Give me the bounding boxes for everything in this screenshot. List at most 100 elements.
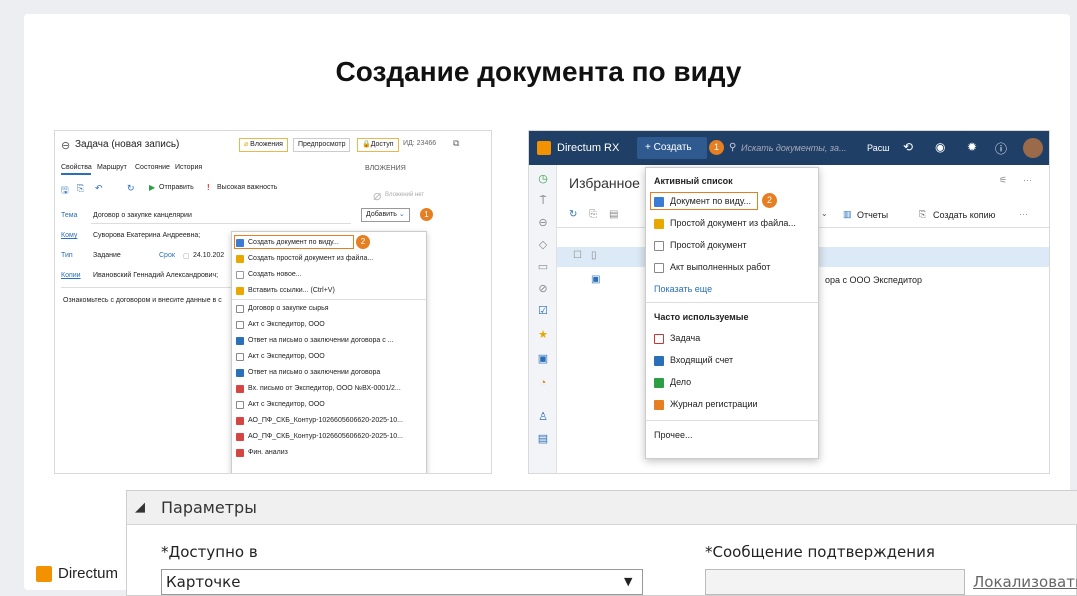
menu-item-create-by-kind[interactable]: Создать документ по виду... bbox=[236, 236, 339, 249]
assistant-icon[interactable]: ⟲ bbox=[903, 140, 913, 154]
menu-item-doc[interactable]: Акт с Экспедитор, ООО bbox=[236, 318, 325, 331]
person-icon[interactable]: ⍑ bbox=[537, 195, 549, 207]
no-attachments-text: Вложений нет bbox=[385, 192, 425, 198]
subject-value[interactable]: Договор о закупке канцелярии bbox=[93, 212, 192, 219]
approval-icon[interactable]: ▣ bbox=[537, 353, 549, 365]
more-icon[interactable]: ··· bbox=[1019, 209, 1028, 219]
archive-icon[interactable]: ▤ bbox=[537, 433, 549, 445]
menu-item-simple-from-file[interactable]: Создать простой документ из файла... bbox=[236, 252, 373, 265]
attachments-header: ВЛОЖЕНИЯ bbox=[365, 165, 406, 172]
menu-item-doc[interactable]: Вх. письмо от Экспедитор, ООО №ВХ-0001/2… bbox=[236, 382, 401, 395]
task-icon[interactable]: ☑ bbox=[537, 305, 549, 317]
tab-state[interactable]: Состояние bbox=[135, 164, 170, 171]
menu-item-doc[interactable]: АО_ПФ_СКБ_Контур-1026605606620-2025-10..… bbox=[236, 414, 403, 427]
refresh-icon[interactable]: ↻ bbox=[127, 183, 135, 194]
tab-properties[interactable]: Свойства bbox=[61, 164, 92, 171]
menu-item-doc[interactable]: Акт с Экспедитор, ООО bbox=[236, 350, 325, 363]
menu-item-other[interactable]: Прочее... bbox=[654, 430, 692, 440]
help-icon[interactable]: ⓘ bbox=[995, 140, 1007, 157]
extended-search[interactable]: Расш bbox=[867, 143, 889, 153]
parameters-header[interactable]: ◢ Параметры bbox=[127, 491, 1077, 525]
gear-icon[interactable]: ✹ bbox=[967, 140, 977, 154]
attachments-button[interactable]: ⌀ Вложения bbox=[239, 138, 288, 152]
avatar[interactable] bbox=[1023, 138, 1043, 158]
due-label: Срок bbox=[159, 252, 175, 259]
menu-item-act[interactable]: Акт выполненных работ bbox=[654, 259, 770, 275]
importance-button[interactable]: Высокая важность bbox=[217, 184, 277, 191]
menu-item-doc-by-kind[interactable]: Документ по виду... bbox=[654, 193, 751, 209]
collapse-triangle-icon[interactable]: ◢ bbox=[135, 500, 145, 515]
search-input[interactable]: Искать документы, за... bbox=[741, 143, 847, 153]
confirm-message-input[interactable] bbox=[705, 569, 965, 595]
table-row-text[interactable]: ора с ООО Экспедитор bbox=[825, 275, 922, 285]
to-label[interactable]: Кому bbox=[61, 232, 77, 239]
save-close-icon[interactable]: ⎘ bbox=[77, 183, 84, 194]
menu-item-case[interactable]: Дело bbox=[654, 374, 691, 390]
divider bbox=[232, 299, 426, 300]
active-list-header: Активный список bbox=[654, 176, 733, 186]
reports-icon: ▥ bbox=[843, 209, 852, 219]
tab-history[interactable]: История bbox=[175, 164, 202, 171]
tag-icon[interactable]: ◇ bbox=[537, 239, 549, 251]
menu-item-doc[interactable]: Ответ на письмо о заключении договора bbox=[236, 366, 380, 379]
doc-icon[interactable]: ▤ bbox=[609, 209, 618, 220]
step-badge-1: 1 bbox=[709, 140, 724, 155]
menu-item-doc[interactable]: Акт с Экспедитор, ООО bbox=[236, 398, 325, 411]
row-checkbox[interactable]: ☐ bbox=[573, 250, 582, 261]
menu-item-doc[interactable]: АО_ПФ_СКБ_Контур-1026605606620-2025-10..… bbox=[236, 430, 403, 443]
menu-item-invoice[interactable]: Входящий счет bbox=[654, 352, 733, 368]
folder-icon[interactable]: ⊖ bbox=[537, 217, 549, 229]
available-value: Карточке bbox=[166, 573, 241, 591]
search-icon: ⚲ bbox=[729, 142, 737, 153]
dropdown-arrow-icon[interactable]: ▼ bbox=[624, 575, 632, 588]
more-icon[interactable]: ··· bbox=[1023, 175, 1032, 185]
menu-item-create-new[interactable]: Создать новое... bbox=[236, 268, 302, 281]
tab-underline bbox=[61, 173, 91, 175]
due-value[interactable]: 24.10.202 bbox=[193, 252, 224, 259]
add-button[interactable]: Добавить ⌄ bbox=[361, 208, 410, 222]
calendar-icon[interactable]: ▢ bbox=[183, 252, 190, 260]
localize-link[interactable]: Локализовать bbox=[973, 573, 1077, 591]
menu-item-paste-links[interactable]: Вставить ссылки... (Ctrl+V) bbox=[236, 284, 335, 297]
check-icon[interactable]: ⊘ bbox=[537, 283, 549, 295]
task-body-text[interactable]: Ознакомьтесь с договором и внесите данны… bbox=[63, 297, 222, 304]
chevron-down-icon[interactable]: ⌄ bbox=[821, 209, 828, 218]
copies-value[interactable]: Ивановский Геннадий Александрович; bbox=[93, 272, 218, 279]
star-icon[interactable]: ★ bbox=[537, 329, 549, 341]
parameters-title: Параметры bbox=[161, 498, 257, 517]
clock-icon[interactable]: ◷ bbox=[537, 173, 549, 185]
menu-item-doc[interactable]: Договор о закупке сырья bbox=[236, 302, 329, 315]
filter-icon[interactable]: ⚟ bbox=[999, 175, 1007, 186]
copies-label[interactable]: Копии bbox=[61, 272, 81, 279]
to-value[interactable]: Суворова Екатерина Андреевна; bbox=[93, 232, 200, 239]
menu-item-doc[interactable]: Фин. анализ bbox=[236, 446, 288, 459]
undo-icon[interactable]: ↶ bbox=[95, 183, 103, 194]
access-button[interactable]: 🔒Доступ bbox=[357, 138, 399, 152]
create-copy-button[interactable]: Создать копию bbox=[933, 210, 995, 220]
divider bbox=[61, 287, 231, 288]
tab-route[interactable]: Маршрут bbox=[97, 164, 127, 171]
doc-icon[interactable]: ▭ bbox=[537, 261, 549, 273]
menu-item-task[interactable]: Задача bbox=[654, 330, 700, 346]
copy-icon[interactable]: ⧉ bbox=[453, 138, 459, 149]
back-arrow-icon[interactable]: ⊖ bbox=[61, 139, 70, 152]
show-more-link[interactable]: Показать еще bbox=[654, 284, 712, 294]
available-select[interactable]: Карточке ▼ bbox=[161, 569, 643, 595]
new-icon[interactable]: ◉ bbox=[935, 140, 945, 154]
user-icon[interactable]: ♙ bbox=[537, 411, 549, 423]
save-icon[interactable]: 🖫 bbox=[61, 183, 69, 199]
reports-button[interactable]: Отчеты bbox=[857, 210, 888, 220]
create-button-label[interactable]: + Создать bbox=[645, 142, 692, 153]
refresh-icon[interactable]: ↻ bbox=[569, 209, 577, 220]
menu-item-simple-from-file[interactable]: Простой документ из файла... bbox=[654, 215, 796, 231]
copy-icon[interactable]: ⎘ bbox=[589, 209, 597, 220]
history-icon[interactable]: ◔ bbox=[537, 377, 549, 389]
send-button[interactable]: Отправить bbox=[159, 184, 194, 191]
menu-item-simple-doc[interactable]: Простой документ bbox=[654, 237, 747, 253]
menu-item-register[interactable]: Журнал регистрации bbox=[654, 396, 758, 412]
sidebar: ◷ ⍑ ⊖ ◇ ▭ ⊘ ☑ ★ ▣ ◔ ♙ ▤ bbox=[529, 165, 557, 473]
type-value[interactable]: Задание bbox=[93, 252, 121, 259]
preview-button[interactable]: Предпросмотр bbox=[293, 138, 351, 152]
paperclip-icon: ⌀ bbox=[373, 187, 382, 203]
menu-item-doc[interactable]: Ответ на письмо о заключении договора с … bbox=[236, 334, 394, 347]
